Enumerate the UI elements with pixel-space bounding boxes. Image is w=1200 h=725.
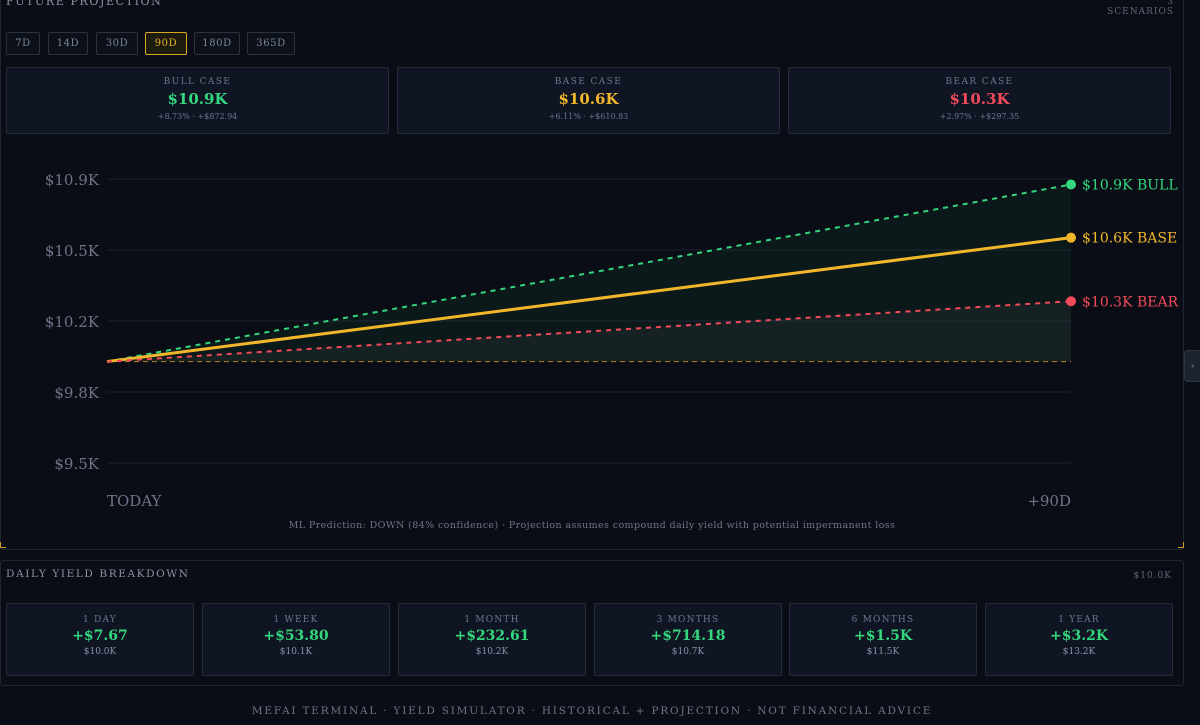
bear-case-change: +2.97% · +$297.35: [939, 112, 1020, 121]
yield-gain: +$1.5K: [854, 628, 912, 644]
yield-period: 1 Day: [83, 615, 117, 625]
x-tick-label: +90D: [1027, 492, 1071, 510]
ml-prediction-note: ML Prediction: DOWN (84% confidence) · P…: [288, 520, 896, 531]
yield-card-6-months: 6 Months +$1.5K $11.5K: [789, 603, 977, 676]
yield-period: 1 Month: [464, 615, 520, 625]
tab-7d[interactable]: 7D: [6, 32, 40, 55]
yield-card-1-month: 1 Month +$232.61 $10.2K: [398, 603, 586, 676]
tab-14d[interactable]: 14D: [48, 32, 88, 55]
y-tick-label: $10.2K: [45, 313, 100, 331]
yield-gain: +$7.67: [72, 628, 128, 644]
yield-card-3-months: 3 Months +$714.18 $10.7K: [594, 603, 782, 676]
bull-case-change: +8.73% · +$872.94: [157, 112, 238, 121]
bull-case-card: Bull Case $10.9K +8.73% · +$872.94: [6, 67, 389, 134]
yield-total: $11.5K: [866, 647, 900, 657]
yield-period: 3 Months: [656, 615, 720, 625]
tab-365d[interactable]: 365D: [247, 32, 295, 55]
base-case-card: Base Case $10.6K +6.11% · +$610.83: [397, 67, 780, 134]
yield-period: 1 Week: [273, 615, 319, 625]
footer-disclaimer: MEFAI Terminal · Yield Simulator · Histo…: [251, 705, 933, 717]
bear-case-value: $10.3K: [949, 90, 1010, 108]
yield-gain: +$714.18: [650, 628, 726, 644]
projection-title: Future Projection: [6, 0, 163, 8]
series-end-dot-bull: [1066, 179, 1076, 190]
yield-gain: +$232.61: [454, 628, 530, 644]
bear-case-card: Bear Case $10.3K +2.97% · +$297.35: [788, 67, 1171, 134]
projection-chart: $10.9K $10.5K $10.2K $9.8K $9.5K $10.9K BULL $…: [45, 171, 1179, 510]
bull-case-label: Bull Case: [163, 77, 232, 87]
series-end-label-bear: $10.3K BEAR: [1082, 294, 1179, 310]
yield-gain: +$53.80: [263, 628, 329, 644]
yield-total: $13.2K: [1062, 647, 1096, 657]
y-tick-label: $9.8K: [54, 384, 99, 402]
yield-total: $10.7K: [671, 647, 705, 657]
base-case-value: $10.6K: [558, 90, 619, 108]
y-tick-label: $9.5K: [54, 455, 99, 473]
yield-total: $10.2K: [475, 647, 509, 657]
tab-30d[interactable]: 30D: [96, 32, 138, 55]
bear-case-label: Bear Case: [945, 77, 1014, 87]
series-end-label-bull: $10.9K BULL: [1082, 177, 1178, 193]
yield-card-1-week: 1 Week +$53.80 $10.1K: [202, 603, 390, 676]
yield-gain: +$3.2K: [1050, 628, 1108, 644]
yield-total: $10.0K: [83, 647, 117, 657]
yield-principal: $10.0K: [1133, 571, 1172, 581]
base-case-label: Base Case: [554, 77, 623, 87]
series-end-dot-bear: [1066, 296, 1076, 307]
y-tick-label: $10.5K: [45, 242, 100, 260]
corner-accent-left: [0, 542, 6, 548]
y-tick-label: $10.9K: [45, 171, 100, 189]
yield-total: $10.1K: [279, 647, 313, 657]
x-tick-label: TODAY: [107, 492, 163, 510]
yield-period: 6 Months: [851, 615, 915, 625]
chevron-right-icon[interactable]: ›: [1184, 350, 1200, 382]
tab-90d[interactable]: 90D: [145, 32, 187, 55]
base-case-change: +6.11% · +$610.83: [548, 112, 629, 121]
yield-title: Daily Yield Breakdown: [6, 568, 190, 580]
series-end-label-base: $10.6K BASE: [1082, 231, 1177, 247]
corner-accent-right: [1178, 542, 1184, 548]
series-end-dot-base: [1066, 232, 1076, 243]
scenario-count: 3 Scenarios: [1107, 0, 1174, 17]
yield-card-1-year: 1 Year +$3.2K $13.2K: [985, 603, 1173, 676]
yield-card-1-day: 1 Day +$7.67 $10.0K: [6, 603, 194, 676]
bull-case-value: $10.9K: [167, 90, 228, 108]
yield-period: 1 Year: [1058, 615, 1100, 625]
tab-180d[interactable]: 180D: [194, 32, 240, 55]
